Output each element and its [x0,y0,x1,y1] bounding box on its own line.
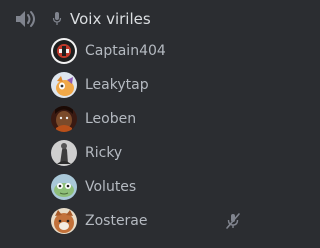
speaker-icon [16,11,35,27]
voice-user-list: Captain404 Leakytap Leoben Ricky Volutes… [0,34,256,238]
avatar-leoben [51,106,77,132]
user-name: Volutes [85,179,137,195]
voice-user-captain404[interactable]: Captain404 [0,34,256,68]
user-name: Captain404 [85,43,166,59]
voice-user-ricky[interactable]: Ricky [0,136,256,170]
user-name: Ricky [85,145,123,161]
user-name: Leakytap [85,77,149,93]
voice-user-leoben[interactable]: Leoben [0,102,256,136]
voice-user-volutes[interactable]: Volutes [0,170,256,204]
user-name: Zosterae [85,213,148,229]
user-name: Leoben [85,111,137,127]
channel-name: Voix viriles [70,10,151,28]
avatar-leakytap [51,72,77,98]
voice-channel-panel: Voix viriles Captain404 Leakytap Leoben … [0,0,256,248]
avatar-volutes [51,174,77,200]
avatar-zosterae [51,208,77,234]
muted-microphone-icon [226,213,240,229]
voice-user-zosterae[interactable]: Zosterae [0,204,256,238]
avatar-ricky [51,140,77,166]
voice-user-leakytap[interactable]: Leakytap [0,68,256,102]
microphone-icon [52,12,62,25]
avatar-captain404 [51,38,77,64]
voice-channel[interactable]: Voix viriles [0,4,256,30]
